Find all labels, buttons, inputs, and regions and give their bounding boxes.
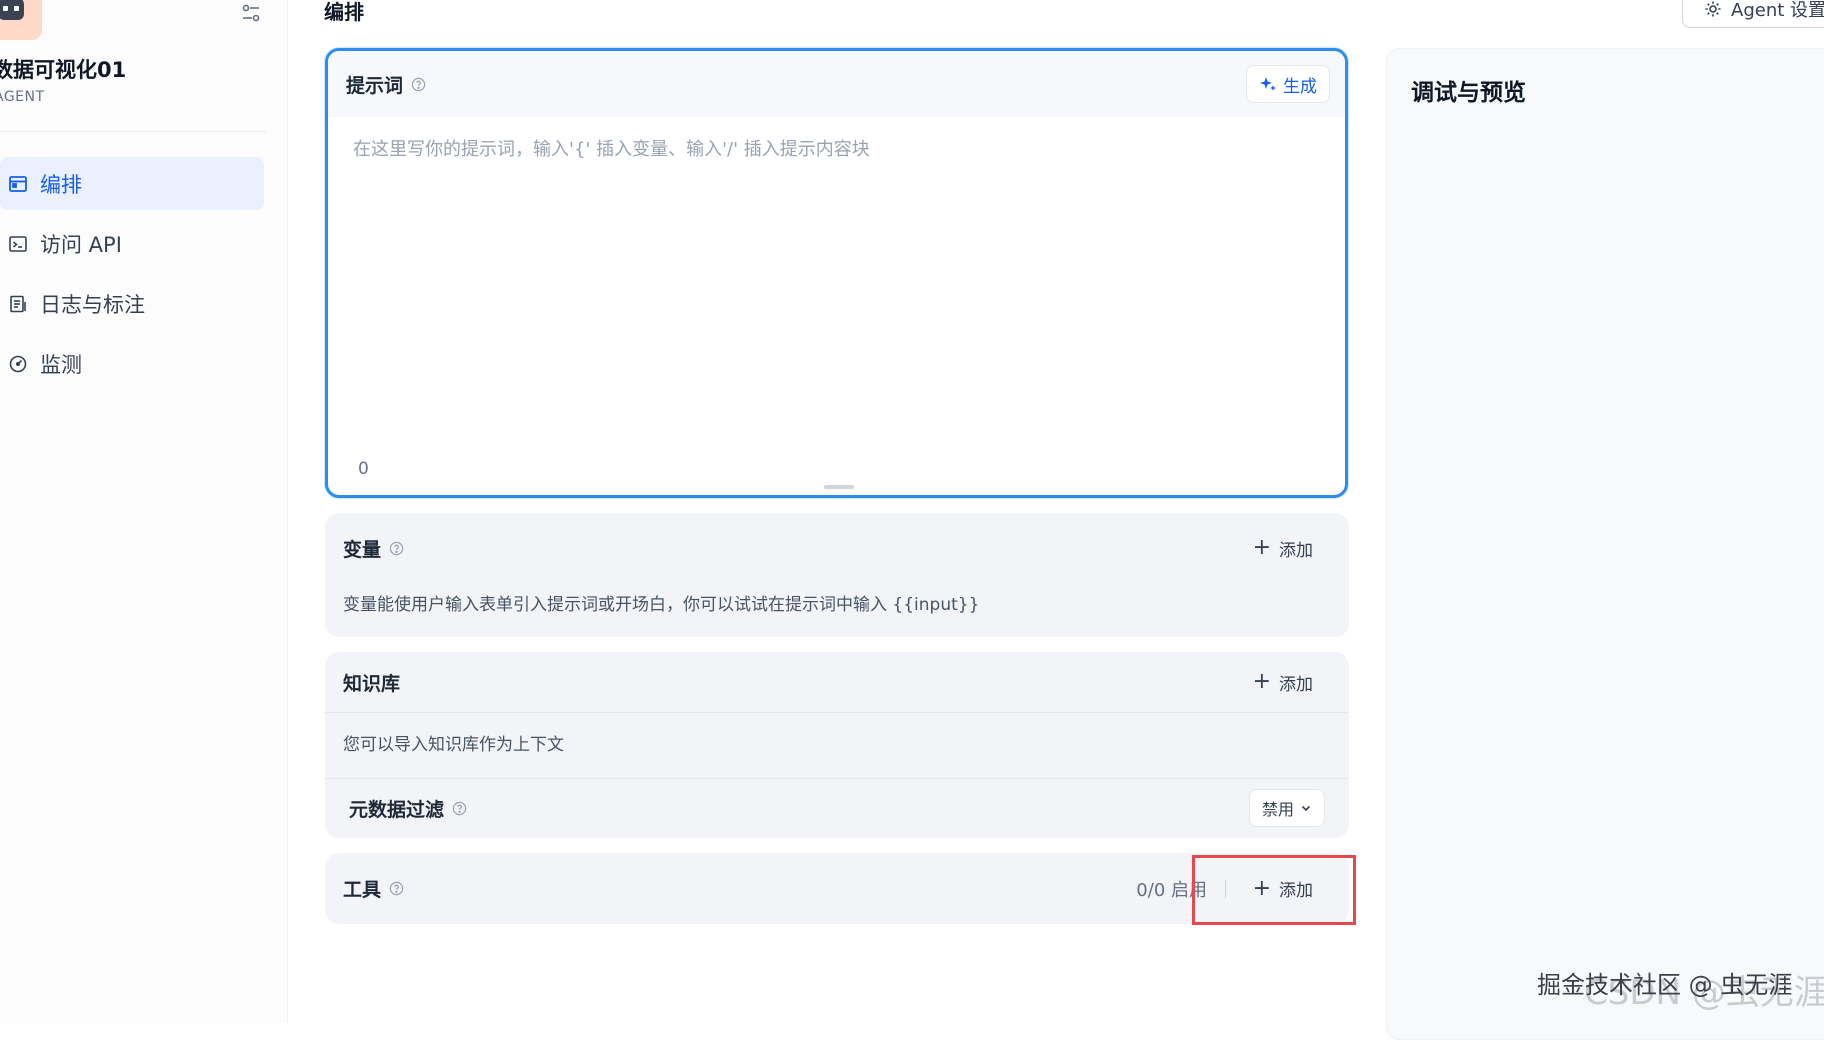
prompt-header: 提示词 生成: [328, 51, 1345, 117]
sidebar-nav: 编排 访问 API 日志与标注 监测: [0, 157, 264, 397]
debug-preview-panel: 调试与预览: [1386, 48, 1824, 1040]
generate-label: 生成: [1283, 76, 1317, 97]
prompt-textarea-placeholder[interactable]: 在这里写你的提示词，输入'{' 插入变量、输入'/' 插入提示内容块: [353, 135, 870, 161]
sidebar-item-logs[interactable]: 日志与标注: [0, 277, 264, 330]
sidebar-divider: [0, 131, 266, 132]
agent-settings-label: Agent 设置: [1731, 0, 1824, 21]
plus-icon: +: [1252, 535, 1271, 560]
add-variable-button[interactable]: + 添加: [1253, 536, 1313, 561]
help-icon[interactable]: [452, 801, 467, 816]
help-icon[interactable]: [411, 77, 426, 92]
prompt-editor[interactable]: 提示词 生成 在这里写你的提示词，输入'{' 插入变量、输入'/' 插入提示内容…: [325, 48, 1348, 498]
chevron-down-icon: [1301, 805, 1311, 812]
plus-icon: +: [1252, 669, 1271, 694]
help-icon[interactable]: [389, 881, 404, 896]
metadata-filter-title: 元数据过滤: [349, 798, 445, 821]
app-type-label: AGENT: [0, 89, 45, 105]
watermark: 掘金技术社区 @ 虫无涯: [1537, 971, 1793, 999]
agent-settings-button[interactable]: Agent 设置: [1682, 0, 1824, 28]
add-knowledge-button[interactable]: + 添加: [1253, 670, 1313, 695]
variables-title: 变量: [343, 538, 382, 561]
add-label: 添加: [1279, 540, 1313, 561]
app-title: 数据可视化01: [0, 58, 127, 82]
knowledge-title: 知识库: [343, 672, 401, 695]
tools-title: 工具: [343, 879, 382, 901]
add-label: 添加: [1279, 674, 1313, 695]
sidebar-item-label: 监测: [40, 352, 82, 377]
sidebar-item-label: 日志与标注: [40, 292, 145, 317]
preview-title: 调试与预览: [1411, 80, 1526, 106]
robot-icon: [0, 0, 24, 20]
sidebar-item-monitor[interactable]: 监测: [0, 337, 264, 390]
gauge-icon: [9, 355, 27, 372]
variables-description: 变量能使用户输入表单引入提示词或开场白，你可以试试在提示词中输入 {{input…: [343, 595, 980, 615]
prompt-title: 提示词: [346, 74, 404, 97]
help-icon[interactable]: [389, 541, 404, 556]
sidebar-item-label: 访问 API: [40, 232, 122, 257]
resize-handle[interactable]: [824, 485, 854, 489]
sparkle-icon: [1260, 77, 1276, 91]
highlight-annotation-box: [1192, 855, 1356, 925]
layout-icon: [9, 175, 27, 192]
sidebar: 数据可视化01 AGENT 编排 访问 API 日志与标注 监测: [0, 0, 288, 1023]
sidebar-item-orchestrate[interactable]: 编排: [0, 157, 264, 210]
document-list-icon: [10, 295, 26, 312]
variables-panel: 变量 + 添加 变量能使用户输入表单引入提示词或开场白，你可以试试在提示词中输入…: [325, 513, 1349, 637]
metadata-filter-value: 禁用: [1261, 800, 1294, 819]
generate-button[interactable]: 生成: [1246, 65, 1330, 103]
metadata-filter-select[interactable]: 禁用: [1248, 789, 1325, 827]
gear-icon: [1705, 1, 1721, 17]
sliders-icon[interactable]: [240, 2, 262, 24]
app-avatar: [0, 0, 42, 40]
char-count: 0: [358, 459, 369, 479]
terminal-icon: [9, 235, 27, 252]
page-title: 编排: [324, 0, 364, 24]
knowledge-panel: 知识库 + 添加 您可以导入知识库作为上下文 元数据过滤 禁用: [325, 652, 1349, 838]
knowledge-description: 您可以导入知识库作为上下文: [343, 735, 564, 755]
sidebar-item-api[interactable]: 访问 API: [0, 217, 264, 270]
sidebar-item-label: 编排: [40, 172, 82, 197]
